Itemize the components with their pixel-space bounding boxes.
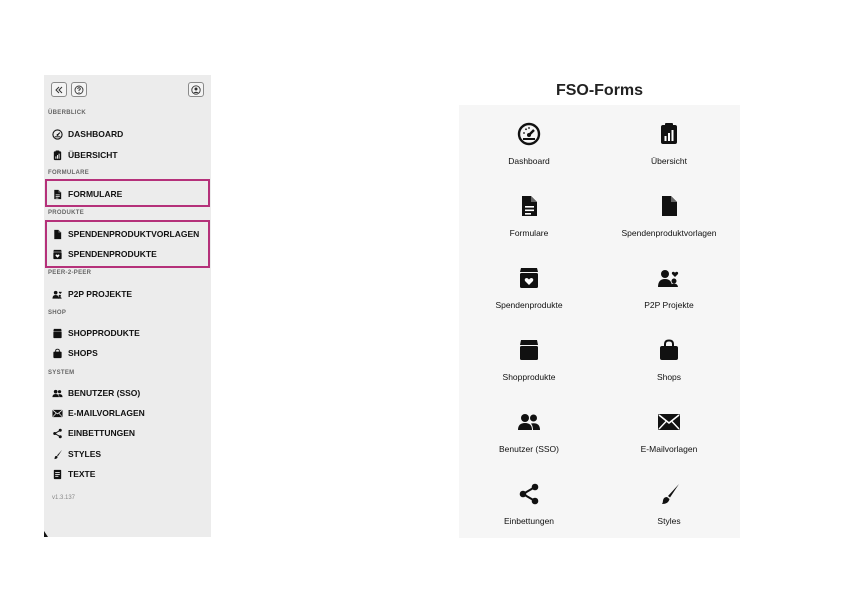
people-heart-icon — [599, 266, 739, 290]
section-products: PRODUKTE — [48, 210, 85, 216]
sidebar-item-label: SHOPPRODUKTE — [68, 328, 140, 338]
sidebar-item-label: SHOPS — [68, 348, 98, 358]
sidebar-item-label: SPENDENPRODUKTVORLAGEN — [68, 229, 200, 239]
sidebar-item-p2p[interactable]: P2P PROJEKTE — [52, 287, 132, 301]
tile-spendenprodukte[interactable]: Spendenprodukte — [459, 249, 599, 321]
version-label: v1.3.137 — [52, 495, 76, 501]
tile-formulare[interactable]: Formulare — [459, 177, 599, 249]
box-icon — [52, 328, 63, 339]
tile-label: Shopprodukte — [502, 372, 556, 382]
brush-icon — [52, 449, 63, 460]
brush-icon — [599, 482, 739, 506]
file-icon — [52, 229, 63, 240]
shopping-bag-icon — [599, 338, 739, 362]
tile-label: Einbettungen — [503, 516, 555, 526]
collapse-sidebar-button[interactable] — [51, 82, 67, 97]
double-chevron-left-icon — [55, 86, 63, 93]
clipboard-chart-icon — [52, 149, 63, 161]
sidebar-item-label: TEXTE — [68, 469, 96, 479]
sidebar-item-label: EINBETTUNGEN — [68, 428, 136, 438]
tile-label: Formulare — [509, 228, 549, 238]
tile-label: P2P Projekte — [644, 300, 694, 310]
tile-p2p[interactable]: P2P Projekte — [599, 249, 739, 321]
section-p2p: PEER-2-PEER — [48, 270, 92, 276]
sidebar-item-mailvorlagen[interactable]: E-MAILVORLAGEN — [52, 406, 145, 420]
tile-label: Übersicht — [651, 156, 687, 166]
people-heart-icon — [52, 289, 63, 300]
sidebar-item-label: ÜBERSICHT — [68, 150, 118, 160]
sidebar-item-vorlagen[interactable]: SPENDENPRODUKTVORLAGEN — [52, 227, 199, 241]
tile-mailvorlagen[interactable]: E-Mailvorlagen — [599, 393, 739, 465]
envelope-icon — [52, 408, 63, 419]
sidebar-item-shopprodukte[interactable]: SHOPPRODUKTE — [52, 326, 140, 340]
tile-shopprodukte[interactable]: Shopprodukte — [459, 321, 599, 393]
sidebar-item-benutzer[interactable]: BENUTZER (SSO) — [52, 386, 140, 400]
sidebar-item-label: FORMULARE — [68, 189, 123, 199]
sidebar-item-label: BENUTZER (SSO) — [68, 388, 141, 398]
gauge-icon — [459, 122, 599, 146]
users-icon — [52, 388, 63, 399]
user-circle-icon — [191, 84, 201, 95]
tile-label: Styles — [657, 516, 681, 526]
envelope-icon — [599, 410, 739, 434]
tile-shops[interactable]: Shops — [599, 321, 739, 393]
gauge-icon — [52, 128, 63, 140]
file-icon — [599, 194, 739, 218]
sidebar-item-uebersicht[interactable]: ÜBERSICHT — [52, 148, 118, 162]
sidebar-item-einbettungen[interactable]: EINBETTUNGEN — [52, 426, 135, 440]
page-title: FSO-Forms — [555, 82, 644, 99]
file-text-icon — [52, 189, 63, 200]
box-heart-icon — [459, 266, 599, 290]
section-forms: FORMULARE — [48, 170, 90, 176]
users-icon — [459, 410, 599, 434]
sidebar: ÜBERBLICK DASHBOARD ÜBERSICHT FORMULARE … — [44, 75, 211, 537]
tile-styles[interactable]: Styles — [599, 465, 739, 537]
tile-benutzer[interactable]: Benutzer (SSO) — [459, 393, 599, 465]
sidebar-item-label: STYLES — [68, 449, 102, 459]
tile-einbettungen[interactable]: Einbettungen — [459, 465, 599, 537]
tile-dashboard[interactable]: Dashboard — [459, 105, 599, 177]
box-heart-icon — [52, 249, 63, 260]
sidebar-item-texte[interactable]: TEXTE — [52, 467, 95, 481]
sidebar-item-label: P2P PROJEKTE — [68, 289, 133, 299]
sidebar-toolbar — [51, 82, 204, 98]
box-icon — [459, 338, 599, 362]
share-icon — [459, 482, 599, 506]
file-text-icon — [459, 194, 599, 218]
share-icon — [52, 428, 63, 439]
tile-label: Benutzer (SSO) — [499, 444, 559, 454]
section-system: SYSTEM — [48, 370, 75, 376]
tile-label: Shops — [656, 372, 682, 382]
account-button[interactable] — [188, 82, 204, 97]
tile-label: E-Mailvorlagen — [640, 444, 698, 454]
tile-vorlagen[interactable]: Spendenproduktvorlagen — [599, 177, 739, 249]
resize-corner-mark — [44, 531, 48, 537]
tile-label: Dashboard — [508, 156, 550, 166]
tile-label: Spendenprodukte — [495, 300, 563, 310]
section-shop: SHOP — [48, 310, 67, 316]
sidebar-item-styles[interactable]: STYLES — [52, 447, 101, 461]
sidebar-item-label: E-MAILVORLAGEN — [68, 408, 145, 418]
sidebar-item-label: DASHBOARD — [68, 129, 124, 139]
sidebar-item-shops[interactable]: SHOPS — [52, 346, 98, 360]
shopping-bag-icon — [52, 348, 63, 359]
text-document-icon — [52, 469, 63, 480]
sidebar-item-dashboard[interactable]: DASHBOARD — [52, 127, 123, 141]
clipboard-chart-icon — [599, 122, 739, 146]
section-overview: ÜBERBLICK — [48, 110, 87, 116]
tile-label: Spendenproduktvorlagen — [621, 228, 717, 238]
help-button[interactable] — [71, 82, 87, 97]
sidebar-item-label: SPENDENPRODUKTE — [68, 249, 157, 259]
tile-grid: Dashboard Übersicht Formulare Spendenpro… — [459, 105, 740, 538]
sidebar-item-spendenprodukte[interactable]: SPENDENPRODUKTE — [52, 247, 157, 261]
sidebar-item-formulare[interactable]: FORMULARE — [52, 187, 122, 201]
tile-uebersicht[interactable]: Übersicht — [599, 105, 739, 177]
help-icon — [74, 85, 84, 94]
